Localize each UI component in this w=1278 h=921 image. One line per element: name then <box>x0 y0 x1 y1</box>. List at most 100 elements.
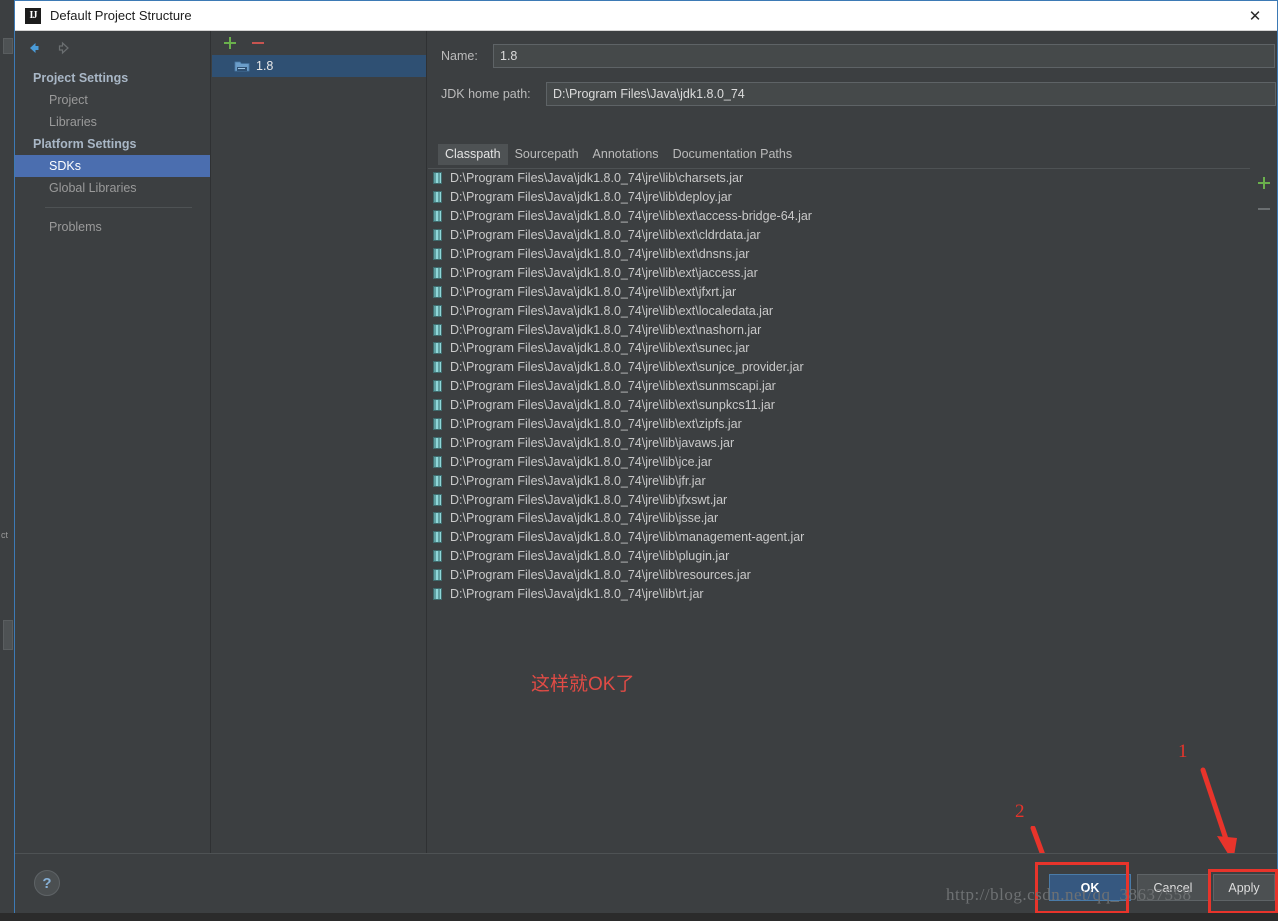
classpath-row[interactable]: D:\Program Files\Java\jdk1.8.0_74\jre\li… <box>428 377 1250 396</box>
classpath-row-label: D:\Program Files\Java\jdk1.8.0_74\jre\li… <box>450 228 761 243</box>
classpath-row[interactable]: D:\Program Files\Java\jdk1.8.0_74\jre\li… <box>428 547 1250 566</box>
annotation-marker-one: 1 <box>1178 741 1188 762</box>
classpath-row[interactable]: D:\Program Files\Java\jdk1.8.0_74\jre\li… <box>428 452 1250 471</box>
tab-documentation-paths[interactable]: Documentation Paths <box>666 144 800 165</box>
jar-icon <box>433 191 442 204</box>
classpath-row[interactable]: D:\Program Files\Java\jdk1.8.0_74\jre\li… <box>428 566 1250 585</box>
classpath-row-label: D:\Program Files\Java\jdk1.8.0_74\jre\li… <box>450 454 712 469</box>
sdk-list-item-label: 1.8 <box>256 59 274 73</box>
classpath-row[interactable]: D:\Program Files\Java\jdk1.8.0_74\jre\li… <box>428 226 1250 245</box>
classpath-row-label: D:\Program Files\Java\jdk1.8.0_74\jre\li… <box>450 303 774 318</box>
classpath-row[interactable]: D:\Program Files\Java\jdk1.8.0_74\jre\li… <box>428 585 1250 604</box>
classpath-row-label: D:\Program Files\Java\jdk1.8.0_74\jre\li… <box>450 209 812 224</box>
detail-tabs: Classpath Sourcepath Annotations Documen… <box>438 144 799 165</box>
classpath-row[interactable]: D:\Program Files\Java\jdk1.8.0_74\jre\li… <box>428 358 1250 377</box>
classpath-row[interactable]: D:\Program Files\Java\jdk1.8.0_74\jre\li… <box>428 415 1250 434</box>
tab-annotations[interactable]: Annotations <box>586 144 666 165</box>
jar-icon <box>433 531 442 544</box>
classpath-row[interactable]: D:\Program Files\Java\jdk1.8.0_74\jre\li… <box>428 169 1250 188</box>
close-icon[interactable]: ✕ <box>1233 1 1277 30</box>
watermark-text: http://blog.csdn.net/qq_38637558 <box>946 885 1192 904</box>
classpath-row-label: D:\Program Files\Java\jdk1.8.0_74\jre\li… <box>450 322 762 337</box>
classpath-row[interactable]: D:\Program Files\Java\jdk1.8.0_74\jre\li… <box>428 188 1250 207</box>
name-input[interactable] <box>493 44 1275 68</box>
jar-icon <box>433 304 442 317</box>
sidebar-item-project[interactable]: Project <box>15 89 210 111</box>
classpath-row-label: D:\Program Files\Java\jdk1.8.0_74\jre\li… <box>450 492 728 507</box>
classpath-row[interactable]: D:\Program Files\Java\jdk1.8.0_74\jre\li… <box>428 245 1250 264</box>
classpath-row[interactable]: D:\Program Files\Java\jdk1.8.0_74\jre\li… <box>428 301 1250 320</box>
navigation-arrows <box>25 39 73 57</box>
jar-icon <box>433 380 442 393</box>
jar-icon <box>433 474 442 487</box>
jar-icon <box>433 512 442 525</box>
classpath-row[interactable]: D:\Program Files\Java\jdk1.8.0_74\jre\li… <box>428 396 1250 415</box>
classpath-row-label: D:\Program Files\Java\jdk1.8.0_74\jre\li… <box>450 587 704 602</box>
project-structure-dialog: IJ Default Project Structure ✕ Project S… <box>14 0 1278 914</box>
classpath-row[interactable]: D:\Program Files\Java\jdk1.8.0_74\jre\li… <box>428 433 1250 452</box>
sidebar-item-sdks[interactable]: SDKs <box>15 155 210 177</box>
jar-icon <box>433 418 442 431</box>
ide-sliver-label: ct <box>1 530 9 540</box>
classpath-row-label: D:\Program Files\Java\jdk1.8.0_74\jre\li… <box>450 265 758 280</box>
jar-icon <box>433 436 442 449</box>
sidebar-header-project-settings: Project Settings <box>33 71 129 85</box>
classpath-row-label: D:\Program Files\Java\jdk1.8.0_74\jre\li… <box>450 398 775 413</box>
classpath-row-label: D:\Program Files\Java\jdk1.8.0_74\jre\li… <box>450 473 706 488</box>
window-title: Default Project Structure <box>50 8 192 23</box>
classpath-row[interactable]: D:\Program Files\Java\jdk1.8.0_74\jre\li… <box>428 263 1250 282</box>
classpath-row[interactable]: D:\Program Files\Java\jdk1.8.0_74\jre\li… <box>428 207 1250 226</box>
classpath-row[interactable]: D:\Program Files\Java\jdk1.8.0_74\jre\li… <box>428 320 1250 339</box>
jar-icon <box>433 285 442 298</box>
sidebar-item-global-libraries[interactable]: Global Libraries <box>15 177 210 199</box>
jdk-folder-icon <box>234 59 250 73</box>
jar-icon <box>433 248 442 260</box>
jar-icon <box>433 172 442 185</box>
classpath-row[interactable]: D:\Program Files\Java\jdk1.8.0_74\jre\li… <box>428 509 1250 528</box>
tab-classpath[interactable]: Classpath <box>438 144 508 165</box>
classpath-row[interactable]: D:\Program Files\Java\jdk1.8.0_74\jre\li… <box>428 471 1250 490</box>
sdk-list-item[interactable]: 1.8 <box>212 55 426 77</box>
remove-sdk-button[interactable] <box>250 35 266 51</box>
classpath-row-label: D:\Program Files\Java\jdk1.8.0_74\jre\li… <box>450 341 750 356</box>
screen-root: ct IJ Default Project Structure ✕ Projec… <box>0 0 1278 921</box>
jar-icon <box>433 361 442 374</box>
jar-icon <box>433 229 442 242</box>
classpath-row[interactable]: D:\Program Files\Java\jdk1.8.0_74\jre\li… <box>428 528 1250 547</box>
jar-icon <box>433 266 442 279</box>
annotation-box-apply <box>1208 869 1278 914</box>
classpath-row[interactable]: D:\Program Files\Java\jdk1.8.0_74\jre\li… <box>428 339 1250 358</box>
jar-icon <box>433 323 442 336</box>
sidebar-header-platform-settings: Platform Settings <box>33 137 137 151</box>
sidebar-item-libraries[interactable]: Libraries <box>15 111 210 133</box>
classpath-list[interactable]: D:\Program Files\Java\jdk1.8.0_74\jre\li… <box>428 168 1250 828</box>
add-sdk-button[interactable] <box>222 35 238 51</box>
sidebar-divider <box>45 207 192 208</box>
jdk-home-path-label: JDK home path: <box>441 87 531 101</box>
sdk-list-panel: 1.8 <box>212 31 427 853</box>
back-arrow-icon[interactable] <box>25 39 43 57</box>
sidebar-list: Project Settings Project Libraries Platf… <box>15 67 210 238</box>
intellij-idea-icon: IJ <box>25 7 41 24</box>
jar-icon <box>433 399 442 412</box>
jdk-home-path-row: JDK home path: ... <box>441 82 1278 106</box>
sidebar-item-problems[interactable]: Problems <box>15 216 210 238</box>
classpath-row-label: D:\Program Files\Java\jdk1.8.0_74\jre\li… <box>450 190 732 205</box>
classpath-row[interactable]: D:\Program Files\Java\jdk1.8.0_74\jre\li… <box>428 490 1250 509</box>
add-classpath-button[interactable] <box>1256 175 1272 191</box>
classpath-row[interactable]: D:\Program Files\Java\jdk1.8.0_74\jre\li… <box>428 282 1250 301</box>
sdk-toolbar <box>212 31 426 55</box>
annotation-marker-two: 2 <box>1015 801 1025 822</box>
dialog-body: Project Settings Project Libraries Platf… <box>15 31 1278 902</box>
classpath-row-label: D:\Program Files\Java\jdk1.8.0_74\jre\li… <box>450 549 730 564</box>
tab-sourcepath[interactable]: Sourcepath <box>508 144 586 165</box>
help-button[interactable]: ? <box>34 870 60 896</box>
name-field-row: Name: <box>441 44 1275 68</box>
ide-tool-button <box>3 38 13 54</box>
classpath-side-toolbar <box>1251 168 1277 235</box>
taskbar-strip <box>0 913 1278 921</box>
classpath-row-label: D:\Program Files\Java\jdk1.8.0_74\jre\li… <box>450 511 719 526</box>
jdk-home-path-input[interactable] <box>546 82 1276 106</box>
classpath-row-label: D:\Program Files\Java\jdk1.8.0_74\jre\li… <box>450 417 742 432</box>
forward-arrow-icon[interactable] <box>55 39 73 57</box>
